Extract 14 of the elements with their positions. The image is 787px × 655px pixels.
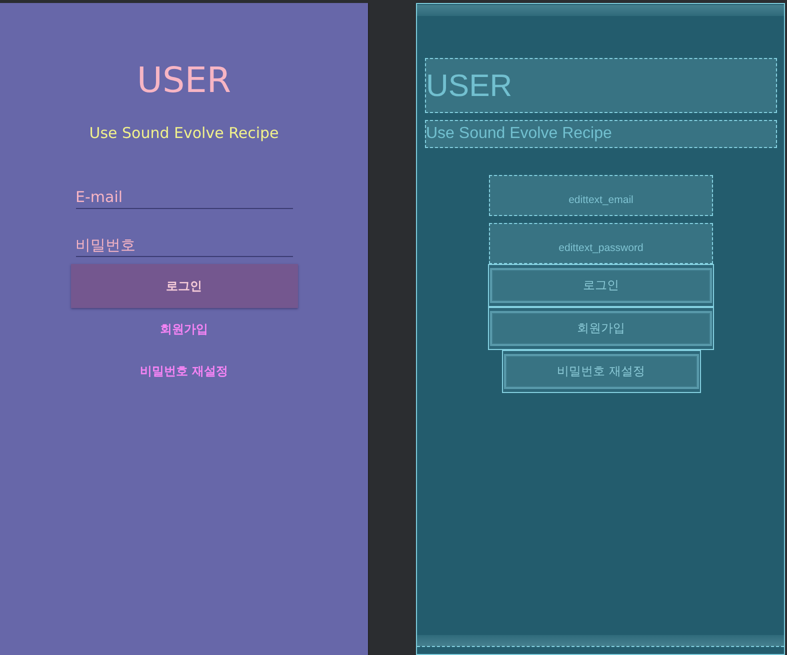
button-outline[interactable]: 비밀번호 재설정 bbox=[504, 354, 698, 389]
button-outline[interactable]: 로그인 bbox=[490, 268, 712, 303]
text-link-button[interactable]: 비밀번호 재설정 bbox=[134, 350, 234, 392]
input-field[interactable]: E-mail bbox=[76, 185, 292, 209]
login-button[interactable]: 로그인 bbox=[70, 264, 298, 308]
edittext-outline[interactable]: edittext_email bbox=[489, 175, 713, 216]
app-subtitle: Use Sound Evolve Recipe bbox=[89, 123, 279, 144]
app-title: USER bbox=[136, 60, 232, 103]
subtitle-view-outline: Use Sound Evolve Recipe bbox=[425, 120, 777, 148]
button-outline[interactable]: 회원가입 bbox=[490, 311, 712, 346]
edittext-outline[interactable]: edittext_password bbox=[489, 223, 713, 264]
title-view-outline: USER bbox=[425, 58, 777, 113]
text-link-button[interactable]: 회원가입 bbox=[154, 308, 214, 350]
input-field[interactable]: 비밀번호 bbox=[76, 233, 292, 257]
